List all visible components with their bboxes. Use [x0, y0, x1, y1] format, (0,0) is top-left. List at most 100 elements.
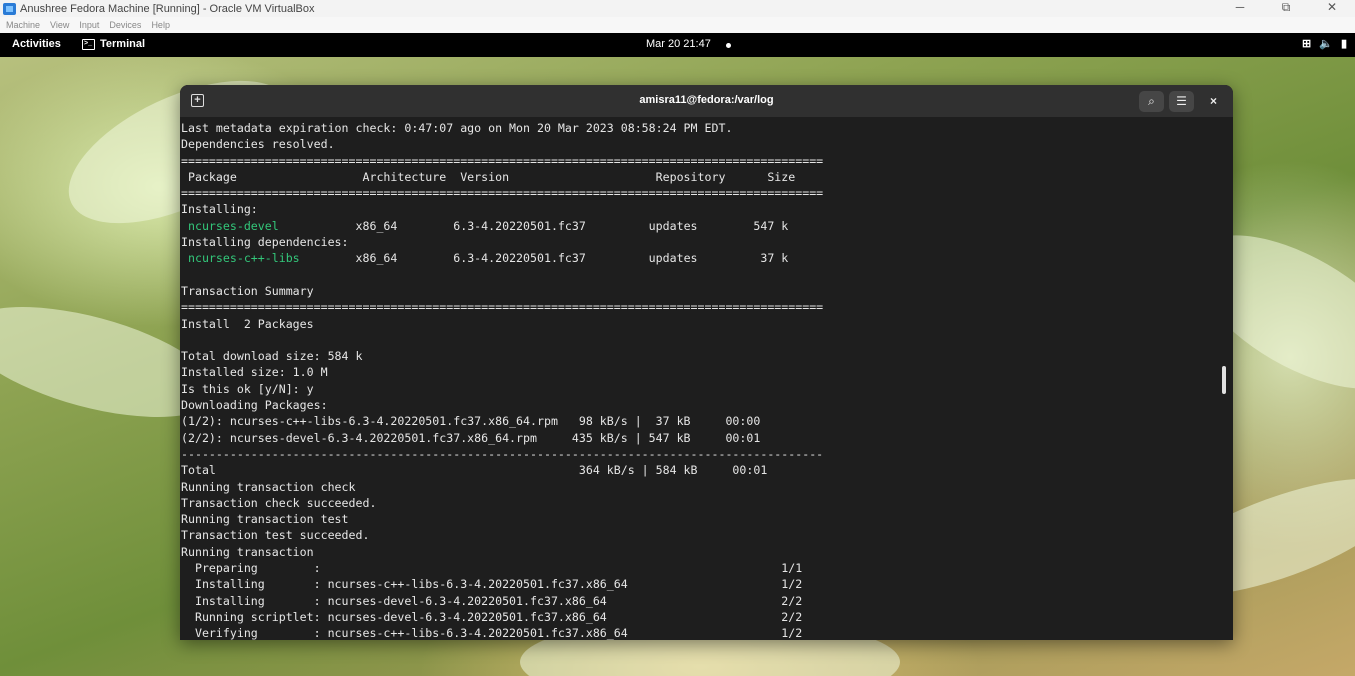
terminal-text: Total download size: 584 k [181, 349, 363, 364]
terminal-text: Running transaction check [181, 479, 356, 494]
terminal-text: Last metadata expiration check: 0:47:07 … [181, 121, 733, 135]
terminal-text: Transaction test succeeded. [181, 528, 370, 543]
terminal-app-icon: >_ [82, 38, 95, 50]
terminal-line: ----------------------------------------… [181, 446, 1221, 462]
terminal-text: ========================================… [181, 186, 824, 201]
terminal-text: (2/2): ncurses-devel-6.3-4.20220501.fc37… [181, 430, 761, 445]
menu-devices[interactable]: Devices [109, 20, 141, 30]
terminal-line: Downloading Packages: [181, 397, 1221, 413]
terminal-text: Package Architecture Version Repository … [181, 169, 796, 184]
terminal-text: Dependencies resolved. [181, 137, 335, 152]
app-menu[interactable]: >_ Terminal [82, 38, 145, 50]
terminal-text: Transaction Summary [181, 283, 314, 298]
terminal-text: Is this ok [y/N]: y [181, 381, 314, 396]
minimize-button[interactable]: ─ [1217, 0, 1263, 17]
terminal-text: Downloading Packages: [181, 398, 328, 413]
terminal-text: x86_64 6.3-4.20220501.fc37 updates 37 k [299, 251, 789, 266]
close-icon[interactable]: × [1210, 94, 1217, 108]
terminal-line: Installing : ncurses-devel-6.3-4.2022050… [181, 593, 1221, 609]
terminal-line: Total download size: 584 k [181, 348, 1221, 364]
network-icon: ⊞ [1302, 38, 1312, 50]
battery-icon: ▮ [1340, 38, 1347, 50]
terminal-text: Running transaction [181, 544, 314, 559]
terminal-line: Package Architecture Version Repository … [181, 169, 1221, 185]
menu-machine[interactable]: Machine [6, 20, 40, 30]
terminal-text: Running scriptlet: ncurses-devel-6.3-4.2… [181, 609, 803, 624]
terminal-text: ----------------------------------------… [181, 446, 824, 461]
terminal-text: Verifying : ncurses-c++-libs-6.3-4.20220… [181, 626, 803, 640]
system-status-area[interactable]: ⊞ 🔈 ▮ [1302, 37, 1347, 50]
activities-button[interactable]: Activities [12, 38, 61, 50]
terminal-text: ========================================… [181, 153, 824, 168]
terminal-text: (1/2): ncurses-c++-libs-6.3-4.20220501.f… [181, 414, 761, 429]
terminal-line: Installed size: 1.0 M [181, 364, 1221, 380]
app-menu-label: Terminal [100, 38, 146, 50]
close-window-button[interactable]: ✕ [1309, 0, 1355, 17]
menu-help[interactable]: Help [151, 20, 170, 30]
terminal-line: Preparing : 1/1 [181, 560, 1221, 576]
virtualbox-icon [3, 2, 16, 15]
terminal-line: ========================================… [181, 299, 1221, 315]
virtualbox-menubar: Machine View Input Devices Help [0, 17, 1355, 33]
terminal-window[interactable]: + amisra11@fedora:/var/log ⌕ ☰ × Last me… [180, 85, 1233, 640]
window-controls: ─ ⧉ ✕ [1217, 0, 1355, 17]
terminal-text: Installing : ncurses-devel-6.3-4.2022050… [181, 593, 803, 608]
terminal-line: Total 364 kB/s | 584 kB 00:01 [181, 462, 1221, 478]
terminal-line: (2/2): ncurses-devel-6.3-4.20220501.fc37… [181, 430, 1221, 446]
terminal-text: Running transaction test [181, 512, 349, 527]
menu-input[interactable]: Input [79, 20, 99, 30]
maximize-button[interactable]: ⧉ [1263, 0, 1309, 17]
menu-view[interactable]: View [50, 20, 69, 30]
terminal-line: Transaction test succeeded. [181, 527, 1221, 543]
terminal-line: Running transaction [181, 544, 1221, 560]
search-icon: ⌕ [1148, 94, 1155, 108]
terminal-line: Transaction Summary [181, 283, 1221, 299]
terminal-line: Running transaction test [181, 511, 1221, 527]
terminal-text: Installing: [181, 202, 258, 217]
terminal-text: Transaction check succeeded. [181, 495, 377, 510]
terminal-line: Transaction check succeeded. [181, 495, 1221, 511]
terminal-title: amisra11@fedora:/var/log [639, 94, 774, 106]
terminal-text: Total 364 kB/s | 584 kB 00:01 [181, 463, 768, 478]
terminal-line: Verifying : ncurses-c++-libs-6.3-4.20220… [181, 625, 1221, 640]
terminal-line: Is this ok [y/N]: y [181, 381, 1221, 397]
terminal-headerbar: + amisra11@fedora:/var/log ⌕ ☰ × [180, 85, 1233, 117]
package-name: ncurses-c++-libs [187, 251, 300, 266]
terminal-line: Last metadata expiration check: 0:47:07 … [181, 120, 1221, 136]
virtualbox-titlebar: Anushree Fedora Machine [Running] - Orac… [0, 0, 1355, 17]
terminal-line: Running scriptlet: ncurses-devel-6.3-4.2… [181, 609, 1221, 625]
terminal-text: Installing : ncurses-c++-libs-6.3-4.2022… [181, 577, 803, 592]
terminal-text: Install 2 Packages [181, 316, 314, 331]
package-name: ncurses-devel [187, 218, 279, 233]
menu-button[interactable]: ☰ [1169, 91, 1194, 112]
terminal-line: Installing : ncurses-c++-libs-6.3-4.2022… [181, 576, 1221, 592]
terminal-text: x86_64 6.3-4.20220501.fc37 updates 547 k [278, 218, 789, 233]
terminal-line: ncurses-devel x86_64 6.3-4.20220501.fc37… [181, 218, 1221, 234]
terminal-line: ========================================… [181, 153, 1221, 169]
terminal-text: Preparing : 1/1 [181, 561, 803, 576]
terminal-line: Running transaction check [181, 479, 1221, 495]
volume-icon: 🔈 [1319, 38, 1333, 50]
hamburger-menu-icon: ☰ [1176, 94, 1187, 108]
gnome-top-bar: Activities >_ Terminal Mar 20 21:47 ⊞ 🔈 … [0, 33, 1355, 57]
terminal-text: Installing dependencies: [181, 235, 349, 250]
notification-dot [726, 43, 731, 48]
terminal-scrollbar[interactable] [1222, 366, 1226, 394]
terminal-line: Install 2 Packages [181, 316, 1221, 332]
terminal-line: ========================================… [181, 185, 1221, 201]
terminal-line: ncurses-c++-libs x86_64 6.3-4.20220501.f… [181, 250, 1221, 266]
terminal-line: Installing: [181, 201, 1221, 217]
search-button[interactable]: ⌕ [1139, 91, 1164, 112]
terminal-text: ========================================… [181, 300, 824, 315]
terminal-line: Dependencies resolved. [181, 136, 1221, 152]
terminal-text: Installed size: 1.0 M [181, 365, 328, 380]
terminal-line: (1/2): ncurses-c++-libs-6.3-4.20220501.f… [181, 413, 1221, 429]
terminal-output[interactable]: Last metadata expiration check: 0:47:07 … [181, 120, 1221, 640]
terminal-line: Installing dependencies: [181, 234, 1221, 250]
window-title: Anushree Fedora Machine [Running] - Orac… [20, 2, 315, 15]
clock[interactable]: Mar 20 21:47 [646, 38, 711, 50]
